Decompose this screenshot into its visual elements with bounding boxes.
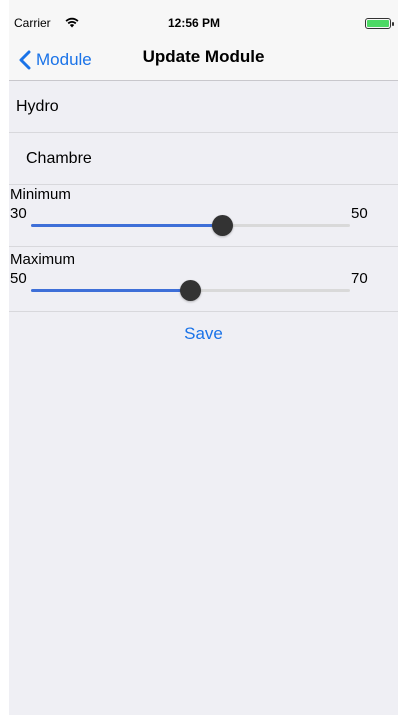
maximum-label: Maximum [10,251,76,268]
maximum-slider[interactable] [31,280,350,301]
maximum-slider-min-value: 50 [10,270,27,287]
module-room-cell[interactable]: Chambre [9,133,398,185]
maximum-slider-thumb[interactable] [180,280,201,301]
wifi-icon [65,15,79,33]
battery-tip [392,21,394,26]
carrier-label: Carrier [14,16,51,30]
minimum-slider-max-value: 50 [351,205,368,222]
module-type-label: Hydro [16,98,59,115]
maximum-slider-fill [31,289,191,292]
minimum-slider-min-value: 30 [10,205,27,222]
minimum-slider-fill [31,224,223,227]
save-button[interactable]: Save [9,324,398,344]
minimum-slider-thumb[interactable] [211,215,233,236]
minimum-slider-cell: Minimum 30 50 [9,183,398,247]
status-time: 12:56 PM [168,16,221,30]
battery-icon [365,18,394,29]
module-type-cell[interactable]: Hydro [9,81,398,133]
maximum-slider-max-value: 70 [351,270,368,287]
maximum-slider-cell: Maximum 50 70 [9,248,398,312]
page-title: Update Module [142,47,265,66]
app-screen: Carrier 12:56 PM Module Update Module Hy… [9,0,398,715]
battery-level [367,20,389,27]
status-bar: Carrier 12:56 PM [9,0,398,40]
minimum-slider[interactable] [31,215,350,236]
module-room-label: Chambre [26,150,92,167]
minimum-label: Minimum [10,186,71,203]
